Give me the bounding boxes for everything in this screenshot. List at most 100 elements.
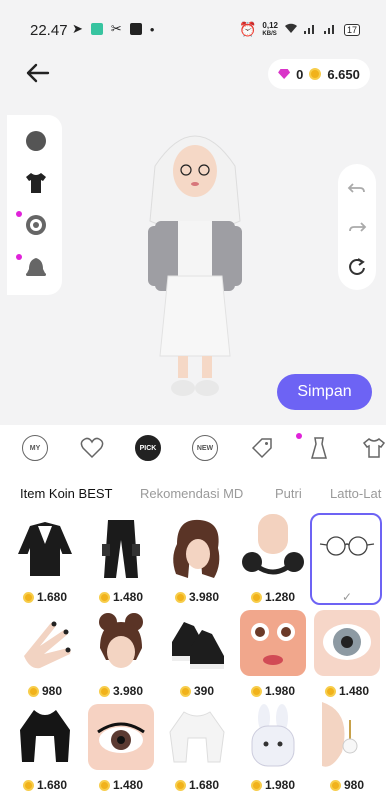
- coin-icon: [174, 591, 186, 603]
- tab-sale[interactable]: [249, 435, 275, 461]
- cargo-pants-icon: [102, 520, 140, 578]
- sidebar-item-clothes[interactable]: [24, 171, 48, 195]
- sidebar-item-accessory[interactable]: [24, 213, 48, 237]
- back-button[interactable]: [22, 58, 56, 88]
- item-price: 1.980: [238, 684, 308, 698]
- coin-icon: [22, 591, 34, 603]
- headphones-icon: [242, 514, 304, 575]
- arrow-left-icon: [26, 63, 50, 83]
- item-headphones[interactable]: 1.280: [238, 514, 308, 604]
- sidebar-item-head[interactable]: [24, 129, 48, 153]
- head-icon: [26, 131, 46, 151]
- undo-button[interactable]: [347, 178, 367, 198]
- eye-lens-icon: [314, 610, 380, 676]
- tab-my[interactable]: MY: [22, 435, 48, 461]
- tab-outfit[interactable]: [306, 435, 332, 461]
- tab-dot: [296, 433, 302, 439]
- bun-hair-icon: [99, 613, 143, 668]
- target-icon: [26, 215, 46, 235]
- item-cargo-pants[interactable]: 1.480: [86, 514, 156, 604]
- item-bunny-bag[interactable]: 1.980: [238, 702, 308, 792]
- white-top-icon: [169, 711, 225, 763]
- category-tabs: Item Koin BEST Rekomendasi MD Putri Latt…: [0, 478, 386, 508]
- tab-pick[interactable]: PICK: [135, 435, 161, 461]
- tab-bar: MY PICK NEW: [0, 425, 386, 471]
- signal-icon-2: [323, 23, 338, 37]
- redo-button[interactable]: [347, 217, 367, 237]
- facebook-icon: [129, 23, 142, 35]
- item-price: 390: [162, 684, 232, 698]
- varsity-jacket-icon: [18, 522, 72, 576]
- signal-icon: [303, 23, 318, 37]
- selected-check-icon: ✓: [341, 590, 353, 604]
- coin-icon: [309, 68, 322, 80]
- bell-icon: [26, 258, 46, 276]
- item-face-makeup[interactable]: 1.980: [238, 608, 308, 698]
- item-round-glasses[interactable]: ✓: [312, 514, 382, 604]
- save-button[interactable]: Simpan: [277, 374, 372, 410]
- category-latto-lat[interactable]: Latto-Lat: [330, 486, 381, 501]
- status-sys-icons: ⏰ 0,12 KB/S 17: [239, 21, 360, 38]
- tab-wardrobe[interactable]: [361, 435, 386, 461]
- my-icon: MY: [22, 435, 48, 461]
- shirt-outline-icon: [362, 438, 386, 458]
- pearl-earring-icon: [322, 702, 358, 767]
- item-eye-lashes[interactable]: 1.480: [86, 702, 156, 792]
- item-price: 1.680: [162, 778, 232, 792]
- item-price: 1.680: [10, 590, 80, 604]
- sidebar-item-bell[interactable]: [24, 255, 48, 279]
- category-rekomendasi-md[interactable]: Rekomendasi MD: [140, 486, 243, 501]
- tab-favorites[interactable]: [79, 435, 105, 461]
- telegram-icon: ➤: [72, 21, 83, 36]
- coin-icon: [98, 685, 110, 697]
- app-notif-icon: [90, 23, 103, 35]
- sidebar-dot-2: [16, 254, 22, 260]
- currency-pill[interactable]: 0 6.650: [268, 59, 370, 89]
- item-sneakers[interactable]: 390: [162, 608, 232, 698]
- coin-icon: [324, 685, 336, 697]
- item-price: 1.680: [10, 778, 80, 792]
- item-black-top[interactable]: 1.680: [10, 702, 80, 792]
- coin-count: 6.650: [327, 66, 360, 82]
- battery-icon: 17: [343, 23, 360, 36]
- item-price: 1.980: [238, 778, 308, 792]
- more-dot-icon: •: [149, 21, 155, 37]
- black-top-icon: [20, 710, 70, 762]
- redo-icon: [349, 222, 367, 232]
- edit-controls: [338, 164, 376, 290]
- bunny-bag-icon: [251, 704, 295, 767]
- item-white-top[interactable]: 1.680: [162, 702, 232, 792]
- item-varsity-jacket[interactable]: 1.680: [10, 514, 80, 604]
- sneakers-icon: [172, 622, 224, 669]
- item-wavy-hair[interactable]: 3.980: [162, 514, 232, 604]
- undo-icon: [347, 183, 365, 193]
- pick-icon: PICK: [135, 435, 161, 461]
- item-price: 1.480: [312, 684, 382, 698]
- item-price: 1.280: [238, 590, 308, 604]
- item-bun-hair[interactable]: 3.980: [86, 608, 156, 698]
- heart-icon: [80, 437, 104, 459]
- category-sidebar: [7, 115, 62, 295]
- tab-new[interactable]: NEW: [192, 435, 218, 461]
- net-speed: 0,12 KB/S: [262, 20, 278, 37]
- item-price: 1.480: [86, 590, 156, 604]
- item-manicure[interactable]: 980: [10, 608, 80, 698]
- round-glasses-icon: [319, 536, 375, 556]
- hand-nails-icon: [24, 621, 71, 669]
- wavy-hair-icon: [173, 519, 220, 578]
- status-time: 22.47: [30, 22, 68, 39]
- coin-icon: [27, 685, 39, 697]
- coin-icon: [98, 591, 110, 603]
- item-pearl-earring[interactable]: 980: [312, 702, 382, 792]
- gem-icon: [278, 69, 291, 79]
- item-eye-lens[interactable]: 1.480: [312, 608, 382, 698]
- reset-icon: [349, 258, 365, 275]
- reset-button[interactable]: [347, 257, 367, 277]
- item-price: 980: [10, 684, 80, 698]
- category-putri[interactable]: Putri: [275, 486, 302, 501]
- sidebar-dot-1: [16, 211, 22, 217]
- status-bar: 22.47 ➤ ✂ • ⏰ 0,12 KB/S 17: [0, 0, 386, 40]
- avatar-figure: [148, 135, 242, 396]
- category-item-koin-best[interactable]: Item Koin BEST: [20, 486, 112, 501]
- status-notif-icons: ➤ ✂ •: [72, 21, 154, 37]
